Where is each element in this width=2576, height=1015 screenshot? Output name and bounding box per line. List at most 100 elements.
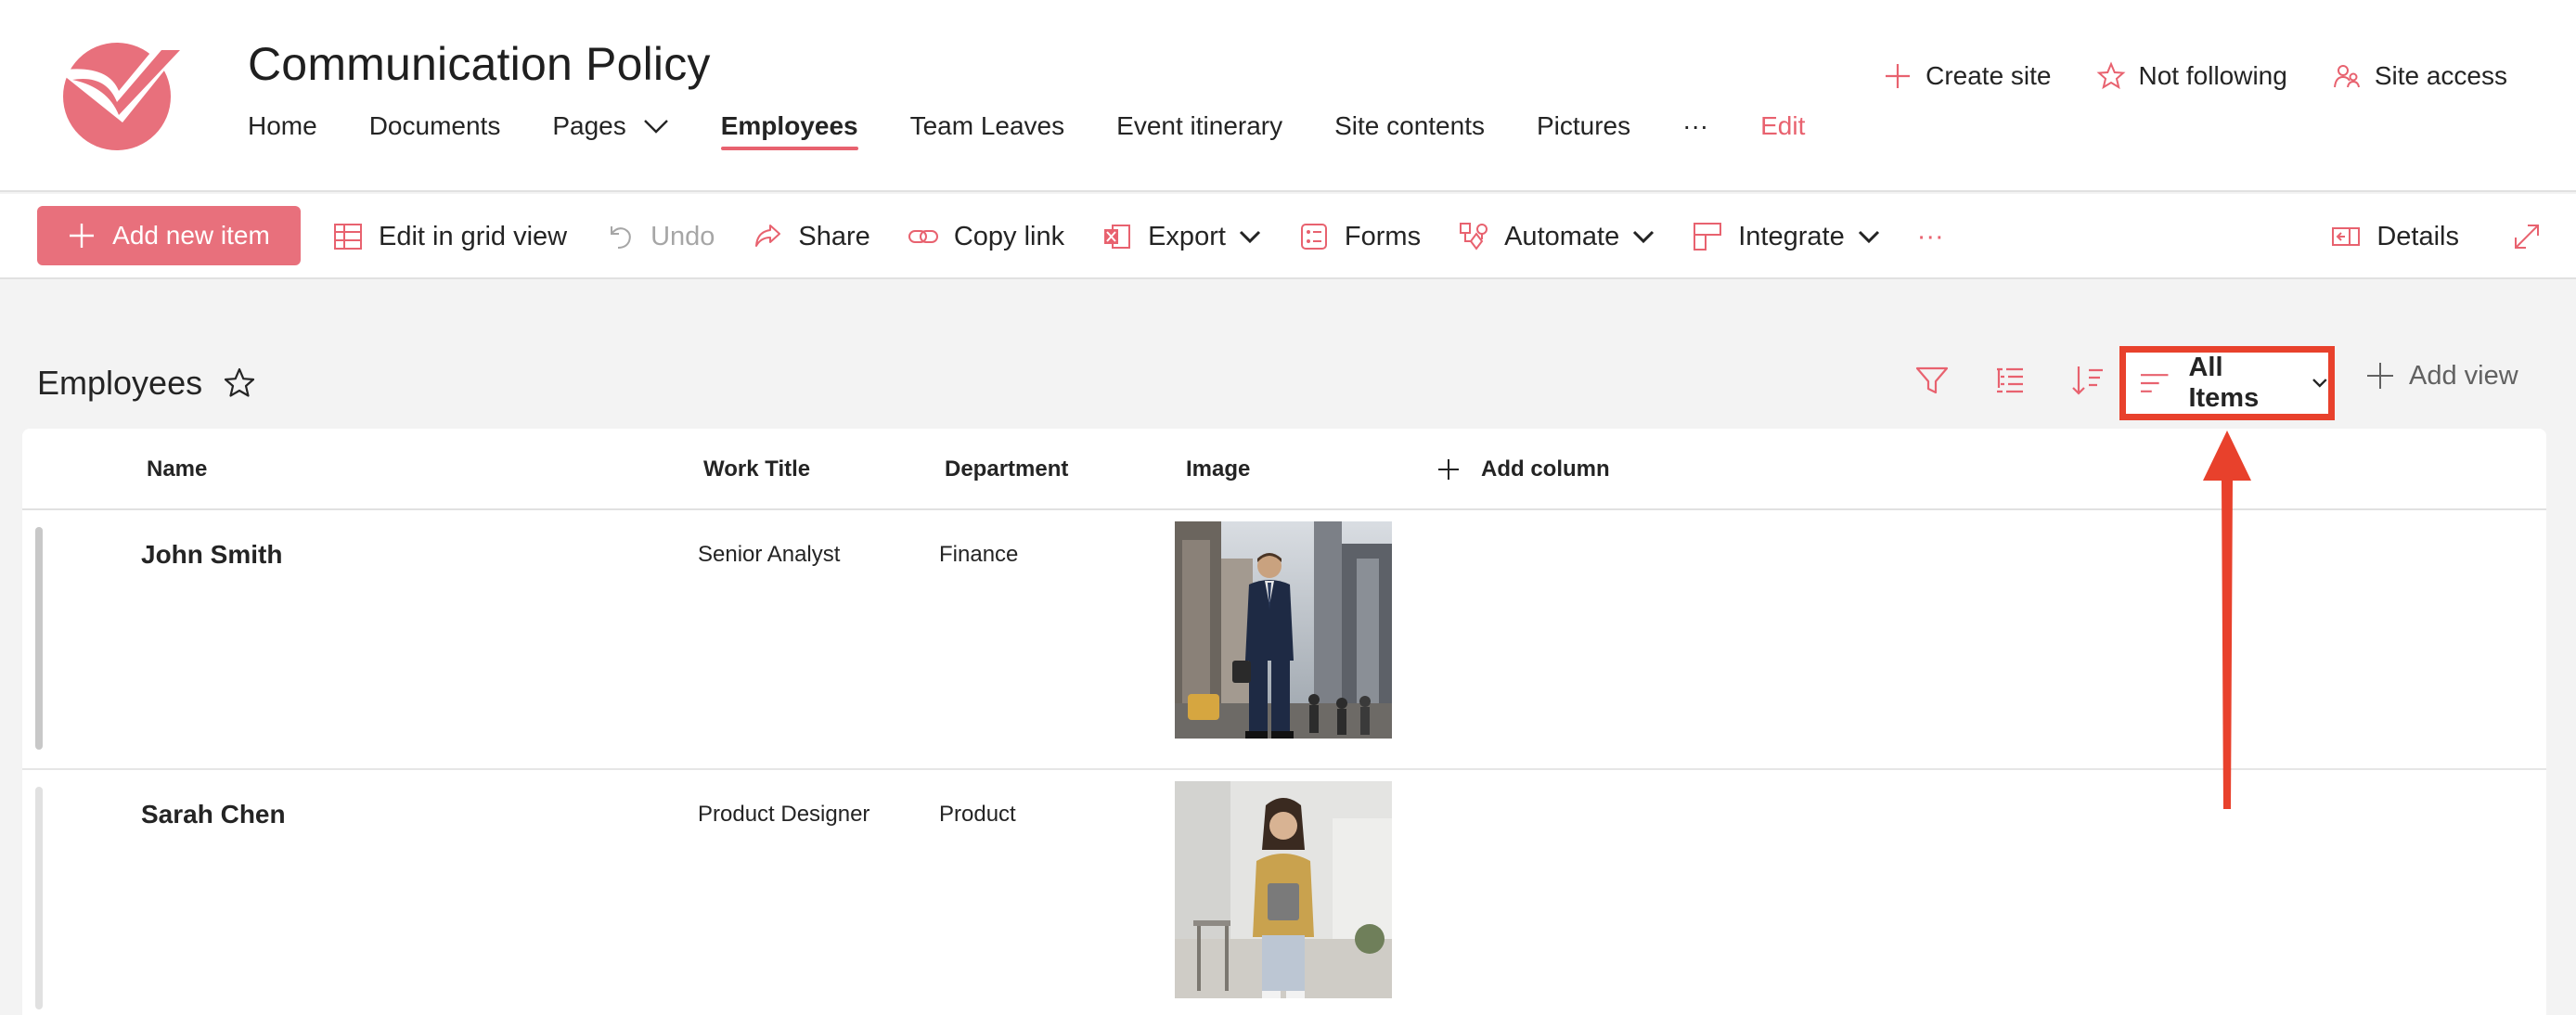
create-site-label: Create site [1926, 61, 2052, 90]
nav-employees[interactable]: Employees [720, 106, 858, 150]
copy-link-label: Copy link [953, 221, 1065, 251]
list-title-label[interactable]: Employees [37, 364, 202, 403]
view-switcher-dropdown[interactable]: All Items [2119, 346, 2335, 420]
nav-more-button[interactable]: ··· [1682, 106, 1708, 147]
site-access-button[interactable]: Site access [2332, 61, 2507, 91]
expand-icon [2515, 225, 2539, 249]
nav-site-contents[interactable]: Site contents [1334, 106, 1485, 147]
add-column-label: Add column [1481, 456, 1610, 482]
edit-grid-view-label: Edit in grid view [379, 221, 568, 251]
command-right: Details [2278, 194, 2543, 279]
more-commands-button[interactable]: ··· [1917, 222, 1944, 252]
row-selection-bar[interactable] [35, 787, 43, 1009]
column-header-image[interactable]: Image [1186, 456, 1250, 482]
list-view: Name Work Title Department Image Add col… [22, 429, 2546, 1015]
list-header-row: Name Work Title Department Image Add col… [22, 429, 2546, 510]
column-header-work-title[interactable]: Work Title [703, 456, 810, 482]
cell-department: Product [939, 802, 1016, 827]
forms-label: Forms [1344, 221, 1422, 251]
grid-icon [334, 224, 362, 250]
chevron-down-icon [2312, 379, 2327, 388]
sort-icon[interactable] [2069, 362, 2106, 399]
command-bar: Add new item Edit in grid view Undo Shar… [0, 194, 2576, 279]
header-actions: Create site Not following Site access [1838, 61, 2507, 91]
command-items: Edit in grid view Undo Share Copy link E… [332, 194, 1981, 279]
automate-button[interactable]: Automate [1458, 221, 1655, 252]
annotation-arrow-icon [2203, 430, 2251, 809]
chevron-down-icon [1239, 230, 1260, 244]
current-view-label: All Items [2188, 353, 2260, 413]
details-label: Details [2376, 221, 2459, 251]
details-button[interactable]: Details [2330, 221, 2459, 252]
star-icon[interactable] [223, 366, 256, 400]
undo-label: Undo [650, 221, 715, 251]
edit-grid-view-button[interactable]: Edit in grid view [332, 221, 567, 252]
add-view-label: Add view [2409, 360, 2518, 391]
column-header-department[interactable]: Department [945, 456, 1068, 482]
integrate-button[interactable]: Integrate [1692, 221, 1879, 252]
integrate-icon [1694, 223, 1722, 251]
share-icon [755, 225, 781, 247]
star-icon [2096, 61, 2125, 90]
site-header: Communication Policy Home Documents Page… [0, 0, 2576, 192]
details-pane-icon [2332, 227, 2361, 246]
nav-edit-link[interactable]: Edit [1760, 106, 1805, 147]
chevron-down-icon [643, 120, 668, 134]
nav-home[interactable]: Home [248, 106, 317, 147]
automate-label: Automate [1504, 221, 1620, 251]
expand-button[interactable] [2511, 221, 2543, 252]
row-selection-bar[interactable] [35, 527, 43, 750]
view-tools [1893, 353, 2127, 408]
excel-icon [1104, 225, 1131, 249]
cell-name[interactable]: John Smith [141, 540, 282, 570]
share-button[interactable]: Share [752, 221, 870, 252]
column-header-name[interactable]: Name [147, 456, 207, 482]
create-site-button[interactable]: Create site [1883, 61, 2052, 91]
follow-label: Not following [2138, 61, 2287, 90]
export-label: Export [1148, 221, 1226, 251]
employee-photo[interactable] [1175, 781, 1392, 998]
table-row[interactable]: Sarah Chen Product Designer Product [22, 772, 2546, 1015]
plus-icon [70, 224, 95, 248]
nav-pictures[interactable]: Pictures [1537, 106, 1630, 147]
export-button[interactable]: Export [1101, 221, 1261, 252]
share-label: Share [798, 221, 870, 251]
cell-name[interactable]: Sarah Chen [141, 800, 286, 829]
undo-button[interactable]: Undo [604, 221, 715, 252]
chevron-down-icon [1633, 230, 1655, 244]
site-navigation: Home Documents Pages Employees Team Leav… [248, 106, 1857, 161]
link-icon [908, 230, 938, 243]
undo-icon [611, 226, 631, 249]
site-logo-icon[interactable] [52, 26, 197, 152]
nav-pages-label: Pages [552, 111, 626, 140]
list-title: Employees [37, 364, 256, 403]
forms-icon [1300, 224, 1327, 250]
site-access-label: Site access [2374, 61, 2507, 90]
nav-event-itinerary[interactable]: Event itinerary [1116, 106, 1282, 147]
plus-icon [1886, 64, 1911, 88]
add-new-item-label: Add new item [112, 221, 270, 250]
cell-work-title: Senior Analyst [698, 542, 841, 567]
cell-department: Finance [939, 542, 1019, 567]
follow-button[interactable]: Not following [2096, 61, 2287, 91]
nav-team-leaves[interactable]: Team Leaves [910, 106, 1065, 147]
integrate-label: Integrate [1738, 221, 1845, 251]
add-column-button[interactable]: Add column [1436, 456, 1610, 482]
chevron-down-icon [1858, 230, 1879, 244]
table-row[interactable]: John Smith Senior Analyst Finance [22, 512, 2546, 770]
nav-documents[interactable]: Documents [369, 106, 501, 147]
add-new-item-button[interactable]: Add new item [37, 206, 301, 265]
automate-icon [1460, 223, 1488, 251]
copy-link-button[interactable]: Copy link [908, 221, 1064, 252]
group-by-icon[interactable] [1991, 362, 2029, 399]
filter-icon[interactable] [1913, 362, 1951, 399]
nav-pages[interactable]: Pages [552, 106, 668, 147]
plus-icon [2367, 363, 2393, 389]
employee-photo[interactable] [1175, 521, 1392, 739]
cell-work-title: Product Designer [698, 802, 870, 827]
site-title[interactable]: Communication Policy [248, 37, 711, 91]
forms-button[interactable]: Forms [1298, 221, 1421, 252]
view-lines-icon [2140, 374, 2169, 392]
add-view-button[interactable]: Add view [2364, 360, 2518, 392]
people-icon [2333, 65, 2360, 88]
